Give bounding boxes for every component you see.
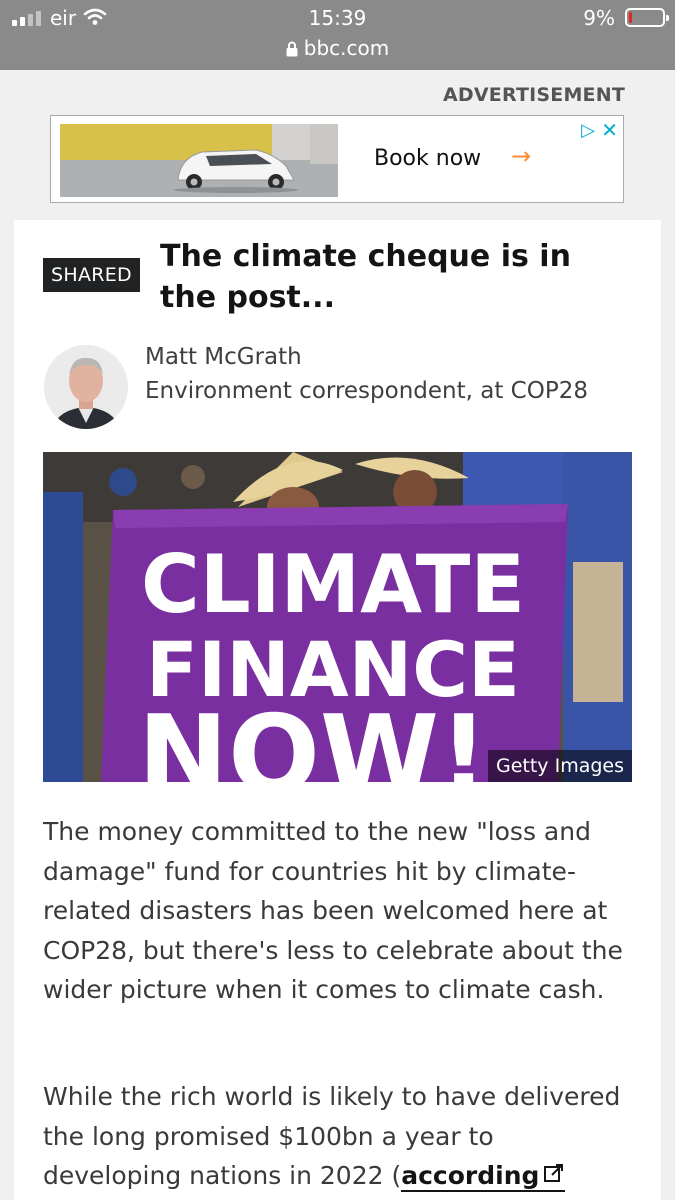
- author-name[interactable]: Matt McGrath: [145, 344, 302, 370]
- photo-credit: Getty Images: [488, 750, 632, 782]
- arrow-right-icon[interactable]: →: [511, 142, 531, 170]
- clock: 15:39: [308, 6, 367, 30]
- ad-choices-icon[interactable]: ▷: [581, 120, 595, 141]
- article-headline: The climate cheque is in the post...: [160, 239, 571, 315]
- book-now-button[interactable]: Book now: [374, 146, 481, 171]
- ad-banner[interactable]: Book now → ▷ ✕: [50, 115, 624, 203]
- author-role: Environment correspondent, at COP28: [145, 378, 588, 404]
- close-icon[interactable]: ✕: [601, 118, 618, 142]
- according-link[interactable]: according: [401, 1161, 566, 1192]
- status-bar: eir 15:39 bbc.com 9%: [0, 0, 675, 70]
- article-paragraph: While the rich world is likely to have d…: [43, 1077, 633, 1196]
- ad-car-image[interactable]: [60, 124, 338, 197]
- article-paragraph: The money committed to the new "loss and…: [43, 817, 623, 1004]
- advertisement-label: ADVERTISEMENT: [443, 84, 625, 106]
- address-bar[interactable]: bbc.com: [0, 36, 675, 62]
- url-text: bbc.com: [303, 36, 390, 60]
- article-photo[interactable]: CLIMATE FINANCE NOW! Getty Images: [43, 452, 632, 782]
- link-text: according: [401, 1161, 540, 1190]
- shared-badge: SHARED: [43, 258, 140, 292]
- lock-icon: [286, 38, 298, 62]
- article-card: SHARED The climate cheque is in the post…: [14, 220, 661, 1200]
- banner-line-3: NOW!: [138, 693, 489, 782]
- banner-line-1: CLIMATE: [141, 538, 525, 631]
- author-avatar: [44, 345, 128, 429]
- battery-icon: [625, 8, 669, 27]
- external-link-icon: [543, 1156, 565, 1196]
- battery-percent: 9%: [583, 6, 615, 30]
